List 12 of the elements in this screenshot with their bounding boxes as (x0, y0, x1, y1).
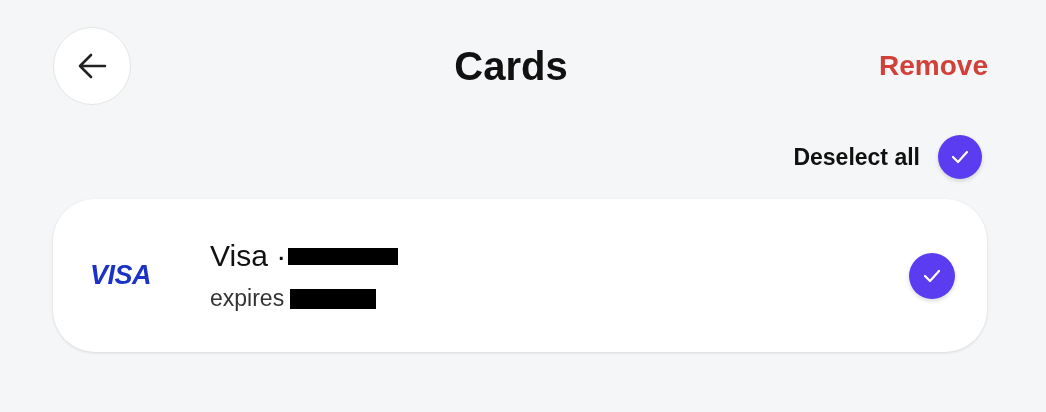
back-arrow-icon (77, 53, 107, 79)
remove-button[interactable]: Remove (879, 50, 988, 82)
page-title: Cards (454, 43, 568, 89)
check-icon (923, 268, 941, 283)
check-icon (951, 150, 969, 164)
select-all-checkbox[interactable] (938, 135, 982, 179)
deselect-all-label: Deselect all (793, 143, 920, 171)
card-name: Visa · (210, 239, 287, 273)
card-item[interactable]: VISA Visa · expires (53, 199, 987, 352)
card-checkbox[interactable] (909, 252, 955, 299)
card-brand-logo: VISA (90, 260, 153, 291)
card-expiry: expires (210, 285, 285, 312)
